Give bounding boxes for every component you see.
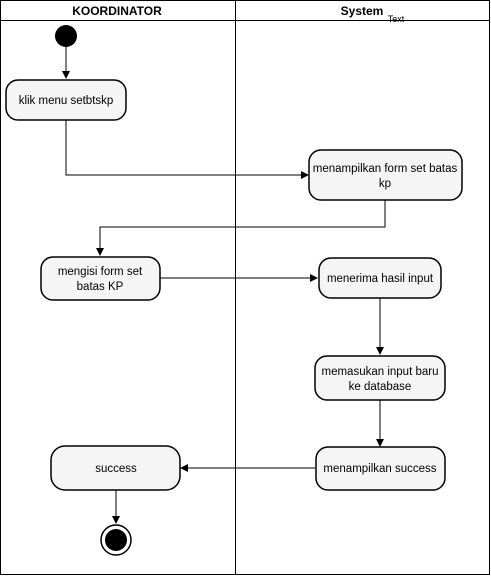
node-memasukan-input-label-line2: ke database [349,381,412,393]
node-success-label: success [95,463,137,475]
node-menampilkan-success: menampilkan success [315,446,446,491]
node-mengisi-form-label-line2: batas KP [77,281,124,293]
start-node [55,25,77,47]
node-success: success [50,445,181,491]
node-memasukan-input: memasukan input baru ke database [314,355,446,401]
node-menampilkan-success-label: menampilkan success [323,463,436,475]
node-mengisi-form: mengisi form set batas KP [40,256,161,301]
node-menampilkan-form-label-line1: menampilkan form set batas [313,163,458,175]
node-menampilkan-form-label-line2: kp [379,178,391,190]
stray-text-label: Text [388,14,405,24]
lane-title-system: System [341,4,384,18]
lane-title-koordinator: KOORDINATOR [72,4,162,18]
node-menerima-input-label: menerima hasil input [327,273,434,285]
node-klik-menu-label: klik menu setbtskp [19,95,114,107]
activity-diagram: KOORDINATOR System Text klik menu setbts… [0,0,490,575]
node-klik-menu: klik menu setbtskp [5,79,127,121]
node-menampilkan-form: menampilkan form set batas kp [308,149,463,201]
end-node [100,524,132,556]
node-menerima-input: menerima hasil input [318,257,442,299]
node-memasukan-input-label-line1: memasukan input baru [322,366,439,378]
node-mengisi-form-label-line1: mengisi form set [58,266,143,278]
